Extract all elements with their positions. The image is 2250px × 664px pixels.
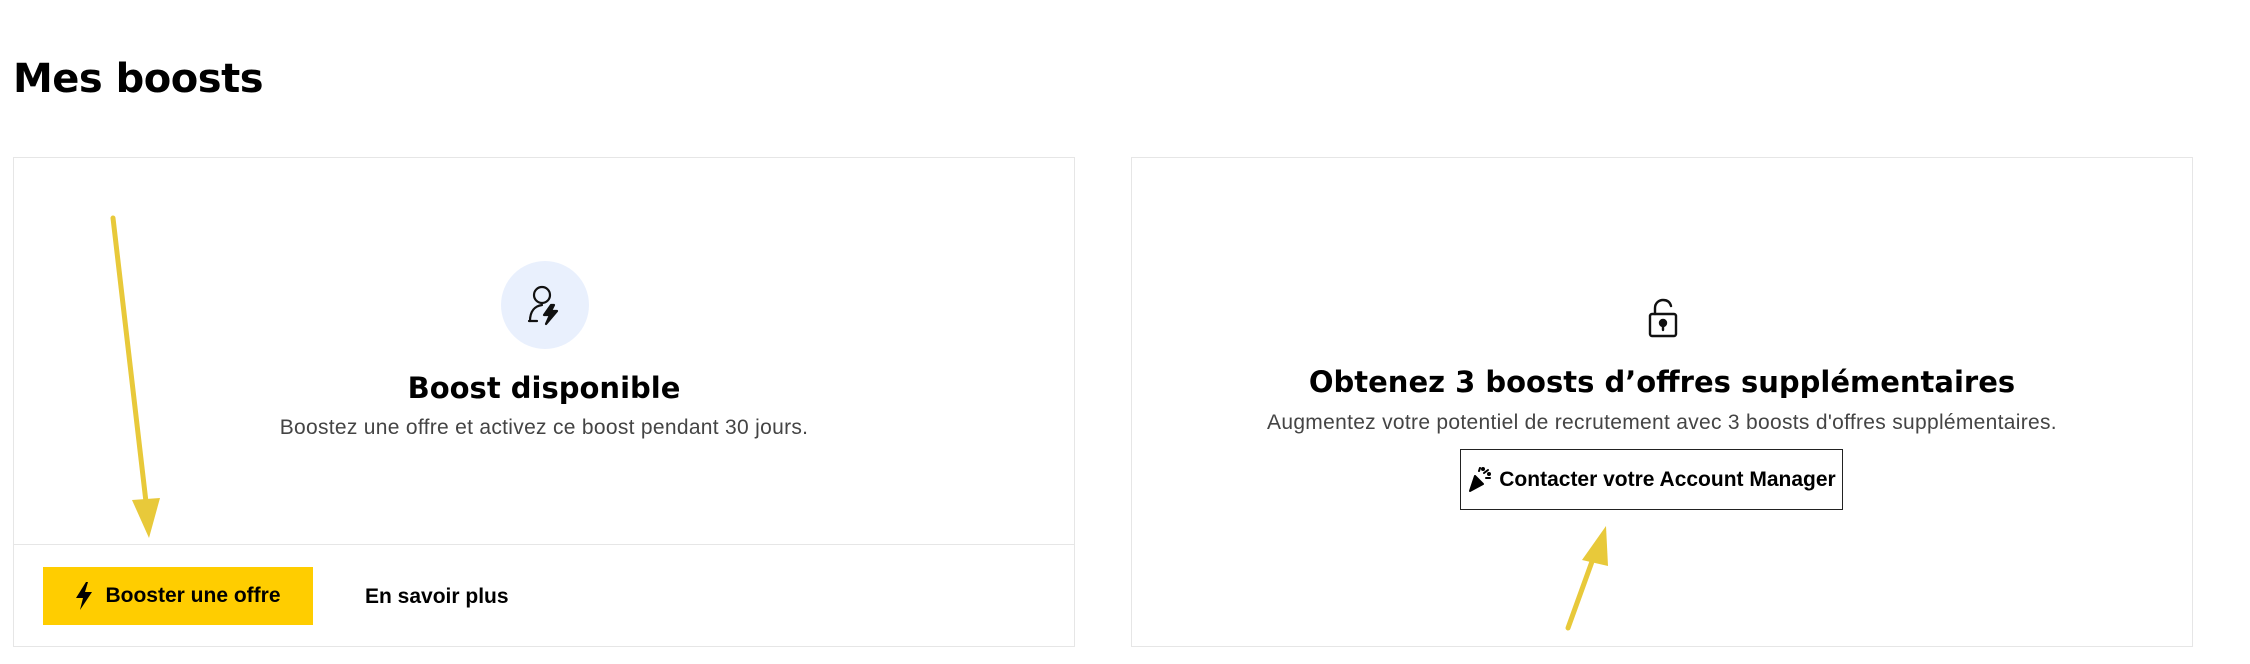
extra-boosts-description: Augmentez votre potentiel de recrutement…	[1267, 411, 2057, 434]
boost-available-card: Boost disponible Boostez une offre et ac…	[13, 157, 1075, 647]
extra-boosts-card: Obtenez 3 boosts d’offres supplémentaire…	[1131, 157, 2193, 647]
page-title: Mes boosts	[13, 56, 264, 102]
learn-more-link[interactable]: En savoir plus	[365, 585, 509, 609]
boost-card-title: Boost disponible	[407, 371, 681, 405]
unlock-icon	[1647, 298, 1679, 343]
boost-card-body: Boost disponible Boostez une offre et ac…	[14, 158, 1074, 545]
contact-account-manager-label: Contacter votre Account Manager	[1499, 467, 1836, 491]
boost-card-description: Boostez une offre et activez ce boost pe…	[279, 416, 809, 439]
bolt-icon	[76, 582, 93, 610]
user-bolt-icon	[501, 261, 589, 349]
boost-offer-button[interactable]: Booster une offre	[43, 567, 313, 625]
boost-offer-button-label: Booster une offre	[105, 584, 281, 607]
extra-boosts-title: Obtenez 3 boosts d’offres supplémentaire…	[1308, 365, 2016, 399]
boost-card-footer: Booster une offre En savoir plus	[14, 544, 1074, 646]
contact-account-manager-button[interactable]: Contacter votre Account Manager	[1460, 449, 1843, 510]
party-popper-icon	[1469, 466, 1492, 492]
